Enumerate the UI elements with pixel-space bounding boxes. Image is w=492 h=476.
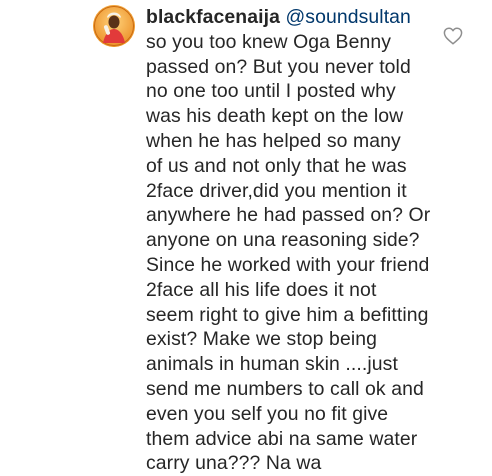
heart-outline-icon	[443, 27, 463, 45]
comment-text-line: anywhere he had passed on? Or	[146, 204, 431, 227]
mention-link[interactable]: @soundsultan	[285, 6, 410, 28]
comment-text-line: so you too knew Oga Benny	[146, 30, 392, 53]
comment-text-line: no one too until I posted why	[146, 80, 396, 103]
comment-text-line: carry una??? Na wa	[146, 452, 322, 475]
comment: blackfacenaija @soundsultan so you too k…	[0, 0, 492, 474]
comment-body: blackfacenaija @soundsultan so you too k…	[146, 5, 446, 476]
like-button[interactable]	[443, 27, 463, 45]
comment-text-line: 2face all his life does it not	[146, 278, 377, 301]
avatar[interactable]	[93, 5, 135, 47]
comment-text-line: seem right to give him a befitting	[146, 303, 429, 326]
comment-text-line: anyone on una reasoning side?	[146, 229, 420, 252]
comment-text-line: passed on? But you never told	[146, 55, 411, 78]
comment-header: blackfacenaija @soundsultan	[146, 5, 446, 30]
comment-text-line: was his death kept on the low	[146, 105, 404, 128]
comment-text-line: Since he worked with your friend	[146, 253, 430, 276]
comment-text-line: animals in human skin ....just	[146, 353, 398, 376]
comment-text-line: them advice abi na same water	[146, 427, 418, 450]
comment-text-line: exist? Make we stop being	[146, 328, 378, 351]
comment-text-line: when he has helped so many	[146, 129, 401, 152]
username-link[interactable]: blackfacenaija	[146, 6, 280, 28]
comment-text-line: 2face driver,did you mention it	[146, 179, 407, 202]
comment-text-line: of us and not only that he was	[146, 154, 407, 177]
user-avatar-icon	[93, 5, 135, 47]
comment-text-line: send me numbers to call ok and	[146, 377, 424, 400]
comment-text-line: even you self you no fit give	[146, 402, 389, 425]
